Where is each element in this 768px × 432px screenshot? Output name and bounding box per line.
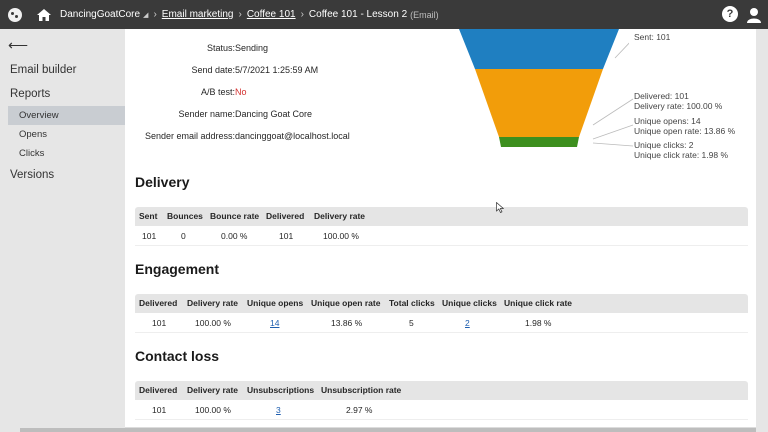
table-row: 101 0 0.00 % 101 100.00 % <box>135 226 748 246</box>
section-title-engagement: Engagement <box>135 261 220 277</box>
sidebar-item-overview[interactable]: Overview <box>8 106 125 125</box>
column-header: Total clicks <box>389 298 435 308</box>
leader-line <box>592 98 634 126</box>
table-cell: 100.00 % <box>195 405 231 415</box>
app-logo-icon[interactable] <box>8 7 22 22</box>
column-header: Sent <box>139 211 158 221</box>
unique-clicks-link[interactable]: 2 <box>465 313 470 333</box>
horizontal-scrollbar[interactable] <box>20 428 756 432</box>
funnel-sent-segment <box>459 29 619 69</box>
funnel-label-delivered: Delivered: 101 <box>634 91 689 101</box>
sidebar-item-reports[interactable]: Reports <box>10 88 50 100</box>
engagement-table: Delivered Delivery rate Unique opens Uni… <box>135 294 748 333</box>
table-row: 101 100.00 % 3 2.97 % <box>135 400 748 420</box>
info-value: No <box>235 87 247 97</box>
column-header: Delivered <box>139 385 178 395</box>
sidebar-item-versions[interactable]: Versions <box>10 169 54 181</box>
section-title-delivery: Delivery <box>135 174 190 190</box>
unique-opens-link[interactable]: 14 <box>270 313 279 333</box>
back-arrow-icon[interactable]: ⟵ <box>8 37 28 54</box>
column-header: Unsubscriptions <box>247 385 315 395</box>
column-header: Unique click rate <box>504 298 573 308</box>
leader-line <box>592 124 634 140</box>
column-header: Unique opens <box>247 298 304 308</box>
column-header: Delivered <box>266 211 305 221</box>
breadcrumb-current-type: (Email) <box>410 9 439 20</box>
main-content: Status: Sending Send date: 5/7/2021 1:25… <box>125 29 756 427</box>
table-row: 101 100.00 % 14 13.86 % 5 2 1.98 % <box>135 313 748 333</box>
table-cell: 13.86 % <box>331 318 363 328</box>
help-icon[interactable]: ? <box>722 6 738 22</box>
funnel-label-delivery-rate: Delivery rate: 100.00 % <box>634 101 723 111</box>
sidebar-item-email-builder[interactable]: Email builder <box>10 64 76 76</box>
funnel-label-sent: Sent: 101 <box>634 32 671 42</box>
table-cell: 101 <box>152 318 167 328</box>
column-header: Unique clicks <box>442 298 497 308</box>
column-header: Delivered <box>139 298 178 308</box>
table-header: Delivered Delivery rate Unsubscriptions … <box>135 381 748 400</box>
home-icon[interactable] <box>36 8 52 22</box>
funnel-label-opens: Unique opens: 14 <box>634 116 701 126</box>
table-header: Sent Bounces Bounce rate Delivered Deliv… <box>135 207 748 226</box>
leader-line <box>592 142 634 147</box>
delivery-table: Sent Bounces Bounce rate Delivered Deliv… <box>135 207 748 246</box>
contact-loss-table: Delivered Delivery rate Unsubscriptions … <box>135 381 748 420</box>
sidebar: ⟵ Email builder Reports Overview Opens C… <box>0 29 125 432</box>
column-header: Delivery rate <box>187 385 239 395</box>
info-label: Send date: <box>191 65 235 75</box>
table-cell: 0 <box>181 231 186 241</box>
breadcrumb-coffee-101[interactable]: Coffee 101 <box>247 9 296 20</box>
breadcrumb-separator-icon: › <box>153 9 157 20</box>
column-header: Bounces <box>167 211 203 221</box>
unsubscriptions-link[interactable]: 3 <box>276 400 281 420</box>
funnel-leaders <box>592 98 634 147</box>
table-cell: 100.00 % <box>323 231 359 241</box>
info-value: 5/7/2021 1:25:59 AM <box>235 65 319 75</box>
column-header: Delivery rate <box>314 211 366 221</box>
sidebar-item-opens[interactable]: Opens <box>8 125 125 144</box>
table-cell: 100.00 % <box>195 318 231 328</box>
info-label: A/B test: <box>200 87 235 97</box>
funnel-label-clicks: Unique clicks: 2 <box>634 140 694 150</box>
column-header: Unique open rate <box>311 298 381 308</box>
user-icon[interactable] <box>746 7 762 23</box>
column-header: Delivery rate <box>187 298 239 308</box>
column-header: Bounce rate <box>210 211 260 221</box>
funnel-label-click-rate: Unique click rate: 1.98 % <box>634 150 729 160</box>
info-value: Dancing Goat Core <box>235 109 313 119</box>
site-name: DancingGoatCore <box>60 9 141 20</box>
table-cell: 0.00 % <box>221 231 248 241</box>
info-label: Status: <box>206 43 235 53</box>
table-header: Delivered Delivery rate Unique opens Uni… <box>135 294 748 313</box>
chevron-down-icon: ◢ <box>143 12 149 19</box>
breadcrumb-email-marketing[interactable]: Email marketing <box>162 9 234 20</box>
vertical-scrollbar[interactable] <box>756 29 768 432</box>
sidebar-item-clicks[interactable]: Clicks <box>8 144 125 163</box>
site-selector[interactable]: DancingGoatCore ◢ <box>60 9 148 20</box>
info-label: Sender email address: <box>144 131 235 141</box>
funnel-label-open-rate: Unique open rate: 13.86 % <box>634 126 736 136</box>
breadcrumb-current: Coffee 101 - Lesson 2 <box>308 9 408 20</box>
table-cell: 2.97 % <box>346 405 373 415</box>
breadcrumb-separator-icon: › <box>300 9 304 20</box>
funnel-leader-line <box>614 42 629 59</box>
table-cell: 5 <box>409 318 414 328</box>
top-bar: DancingGoatCore ◢ › Email marketing › Cof… <box>0 0 768 29</box>
breadcrumb-separator-icon: › <box>238 9 242 20</box>
info-value: dancinggoat@localhost.local <box>235 131 350 141</box>
table-cell: 101 <box>142 231 157 241</box>
info-value: Sending <box>235 43 269 53</box>
mouse-cursor-icon <box>496 202 504 213</box>
column-header: Unsubscription rate <box>321 385 402 395</box>
table-cell: 1.98 % <box>525 318 552 328</box>
table-cell: 101 <box>152 405 167 415</box>
section-title-contact-loss: Contact loss <box>135 348 220 364</box>
info-label: Sender name: <box>178 109 235 119</box>
table-cell: 101 <box>279 231 294 241</box>
